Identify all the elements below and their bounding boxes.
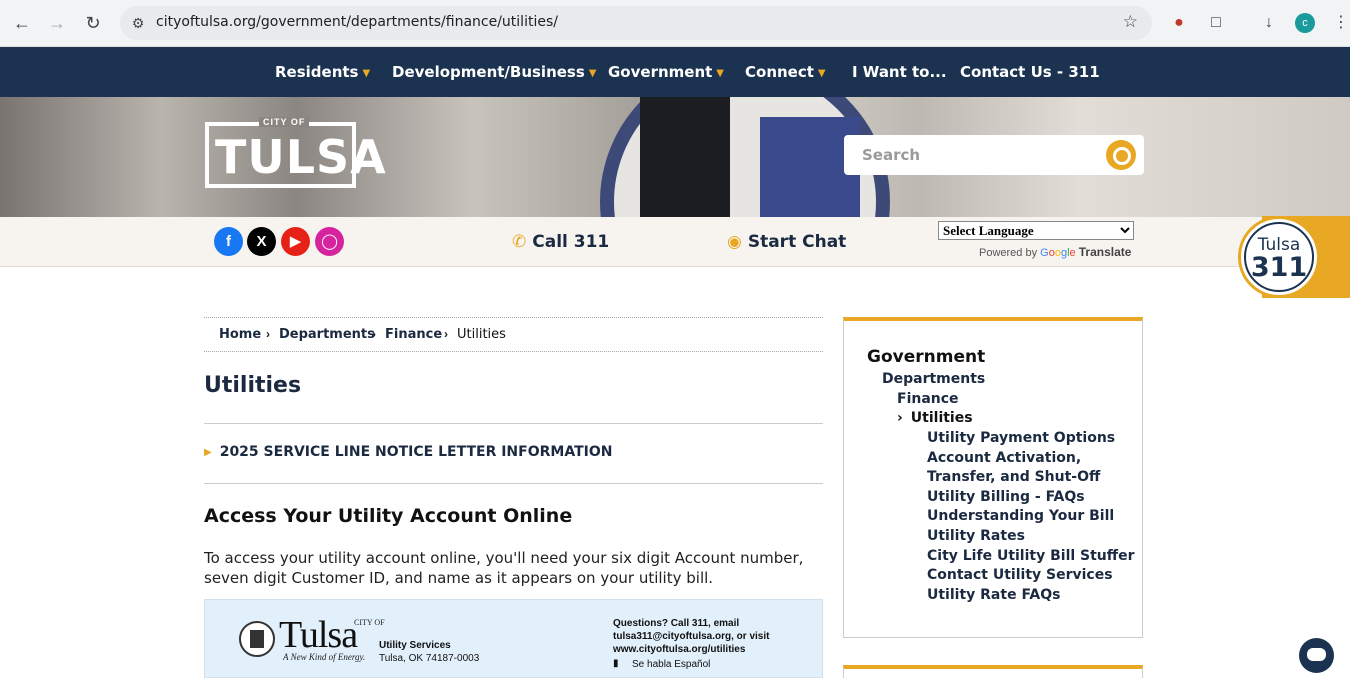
header-banner-image [0,97,1350,217]
url-text: cityoftulsa.org/government/departments/f… [156,14,558,30]
city-of-tulsa-logo[interactable]: CITY OF TULSA [205,117,386,188]
start-chat-link[interactable]: ◉ Start Chat [727,232,846,252]
back-arrow-icon[interactable]: ← [10,11,34,35]
divider [204,423,823,424]
youtube-icon[interactable]: ▶ [281,227,310,256]
breadcrumb-departments[interactable]: Departments [279,327,375,342]
nav-item-contact-us[interactable]: Contact Us - 311 [960,63,1100,81]
main-navigation: Residents ▼ Development/Business ▼ Governm… [0,47,1350,97]
site-search [844,135,1144,175]
profile-avatar[interactable]: c [1295,13,1315,33]
breadcrumb-current: Utilities [457,327,506,342]
sidebar-second-panel [843,665,1143,678]
reload-icon[interactable]: ↻ [81,11,105,35]
sidebar-item-government[interactable]: Government [867,347,985,367]
chevron-down-icon: ▼ [817,68,826,79]
triangle-right-icon: ▶ [204,447,212,458]
seal-derrick-graphic [640,97,730,217]
browser-menu-icon[interactable]: ⋮ [1330,12,1350,34]
city-seal-icon [239,621,275,657]
search-input[interactable] [844,135,1094,175]
google-logo: Google [1040,247,1076,259]
chevron-right-icon: › [897,410,903,426]
speech-bubble-icon: ▮ [613,658,619,669]
browser-toolbar: ← → ↻ ⚙ cityoftulsa.org/government/depar… [0,0,1350,47]
divider [204,483,823,484]
chevron-right-icon: › [266,327,270,341]
instagram-icon[interactable]: ◯ [315,227,344,256]
site-settings-icon[interactable]: ⚙ [128,13,148,33]
service-line-notice-accordion[interactable]: ▶ 2025 SERVICE LINE NOTICE LETTER INFORMA… [204,444,612,460]
nav-item-residents[interactable]: Residents ▼ [275,63,370,81]
logo-city-of-text: CITY OF [259,117,310,127]
tulsa-311-badge[interactable]: Tulsa 311 [1238,216,1320,298]
page-title: Utilities [204,373,302,398]
breadcrumb: Home › Departments › Finance › Utilities [204,317,823,352]
address-bar[interactable]: ⚙ cityoftulsa.org/government/departments… [120,6,1152,40]
bookmark-star-icon[interactable]: ☆ [1123,12,1138,32]
logo-tulsa-text: TULSA [215,130,387,184]
sidebar-item-utilities[interactable]: › Utilities [897,410,973,426]
facebook-icon[interactable]: f [214,227,243,256]
x-twitter-icon[interactable]: X [247,227,276,256]
call-311-link[interactable]: ✆ Call 311 [512,232,609,252]
sidebar-item-rate-faqs[interactable]: Utility Rate FAQs [927,587,1060,603]
extensions-puzzle-icon[interactable]: □ [1205,12,1227,34]
sidebar-item-finance[interactable]: Finance [897,391,959,407]
chevron-down-icon: ▼ [362,68,371,79]
sidebar-item-billing-faqs[interactable]: Utility Billing - FAQs [927,489,1085,505]
account-instructions-text: To access your utility account online, y… [204,549,804,587]
sidebar-item-payment-options[interactable]: Utility Payment Options [927,430,1115,446]
chevron-right-icon: › [372,327,376,341]
sample-utility-bill-image: Tulsa CITY OF A New Kind of Energy. Util… [204,599,823,678]
language-select[interactable]: Select Language [938,221,1134,240]
nav-item-i-want-to[interactable]: I Want to... [852,63,947,81]
breadcrumb-finance[interactable]: Finance [385,327,442,342]
sidebar-item-account-activation-cont[interactable]: Transfer, and Shut-Off [927,469,1100,485]
chevron-right-icon: › [444,327,448,341]
sidebar-item-utility-rates[interactable]: Utility Rates [927,528,1025,544]
download-icon[interactable]: ↓ [1258,12,1280,34]
sidebar-item-account-activation[interactable]: Account Activation, [927,450,1081,466]
chevron-down-icon: ▼ [588,68,597,79]
chat-bubbles-icon: ◉ [727,232,742,252]
extension-icon[interactable]: ● [1168,12,1190,34]
nav-item-development-business[interactable]: Development/Business ▼ [392,63,596,81]
chat-widget-icon[interactable] [1299,638,1334,673]
search-icon[interactable] [1106,140,1136,170]
sidebar-item-departments[interactable]: Departments [882,371,985,387]
utility-bar: f X ▶ ◯ ✆ Call 311 ◉ Start Chat [0,217,1350,267]
phone-icon: ✆ [512,232,527,252]
section-heading: Access Your Utility Account Online [204,505,573,527]
sidebar-item-contact-utility[interactable]: Contact Utility Services [927,567,1113,583]
nav-item-connect[interactable]: Connect ▼ [745,63,826,81]
sidebar-item-understanding-bill[interactable]: Understanding Your Bill [927,508,1114,524]
section-sidebar-nav: Government Departments Finance › Utilitie… [843,317,1143,638]
chevron-down-icon: ▼ [716,68,724,79]
nav-item-government[interactable]: Government ▼ [608,63,724,81]
translate-link[interactable]: Translate [1079,245,1132,259]
sidebar-item-bill-stuffer[interactable]: City Life Utility Bill Stuffer [927,548,1135,564]
forward-arrow-icon[interactable]: → [45,11,69,35]
breadcrumb-home[interactable]: Home [219,327,261,342]
google-translate-credit: Powered by Google Translate [979,245,1132,259]
